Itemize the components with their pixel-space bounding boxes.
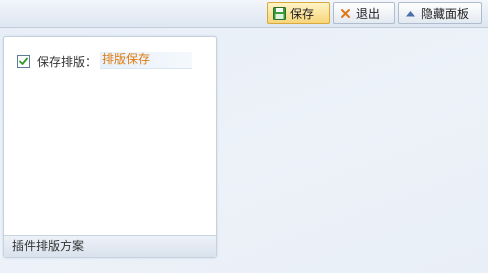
save-button[interactable]: 保存 xyxy=(267,2,330,24)
top-toolbar: 保存 退出 隐藏面板 xyxy=(0,0,488,28)
checkmark-icon xyxy=(19,57,28,65)
close-x-icon xyxy=(339,7,352,20)
triangle-up-icon xyxy=(404,7,417,20)
save-layout-checkbox[interactable] xyxy=(17,55,30,68)
floppy-disk-icon xyxy=(273,6,286,20)
save-layout-label: 保存排版： xyxy=(37,55,98,69)
hide-panel-button[interactable]: 隐藏面板 xyxy=(398,2,482,24)
panel-footer-title: 插件排版方案 xyxy=(4,235,216,257)
save-layout-option: 保存排版： xyxy=(17,53,97,70)
save-layout-value-link[interactable]: 排版保存 xyxy=(100,52,192,69)
exit-button-label: 退出 xyxy=(356,6,381,21)
exit-button[interactable]: 退出 xyxy=(333,2,395,24)
plugin-layout-panel: 保存排版： 排版保存 插件排版方案 xyxy=(3,36,217,258)
hide-panel-button-label: 隐藏面板 xyxy=(421,6,470,21)
save-button-label: 保存 xyxy=(290,6,315,21)
